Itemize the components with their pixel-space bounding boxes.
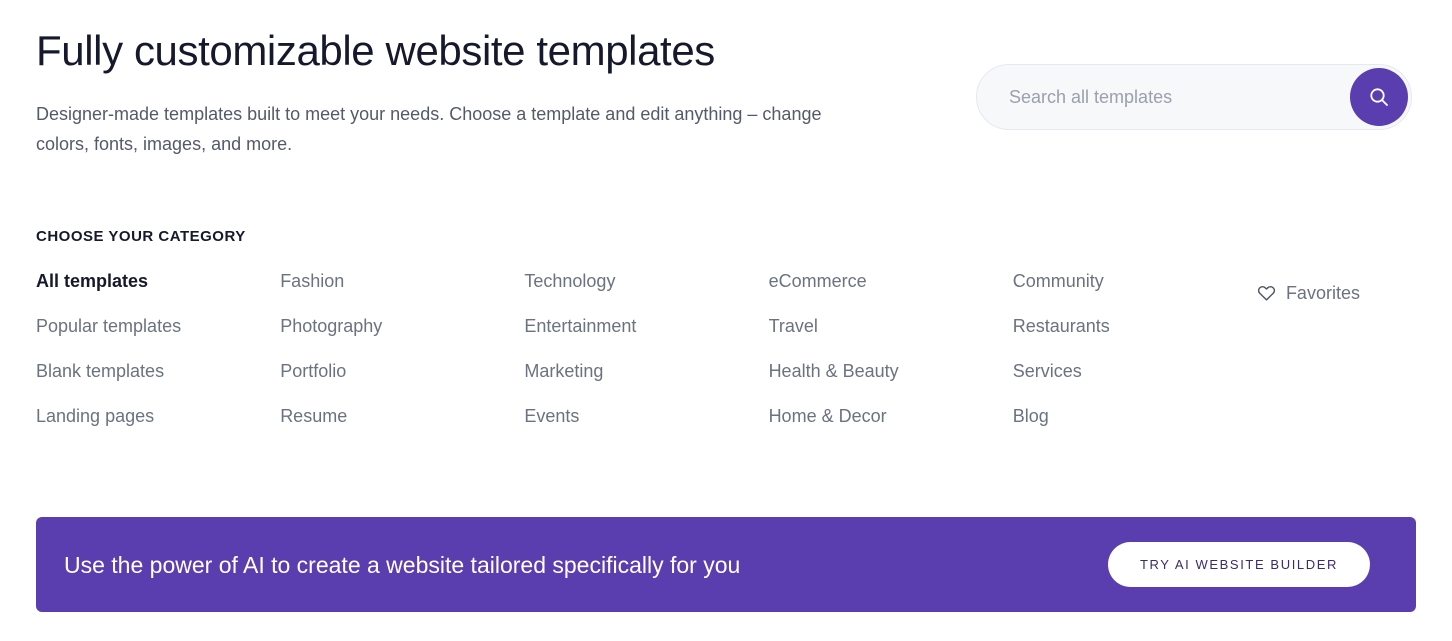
- category-item-ecommerce[interactable]: eCommerce: [769, 270, 1013, 315]
- category-item-photography[interactable]: Photography: [280, 315, 524, 360]
- category-item-landing-pages[interactable]: Landing pages: [36, 405, 280, 450]
- favorites-label: Favorites: [1285, 282, 1360, 303]
- category-column-2: Fashion Photography Portfolio Resume: [280, 270, 524, 450]
- category-item-blog[interactable]: Blog: [1013, 405, 1257, 450]
- category-column-5: Community Restaurants Services Blog: [1013, 270, 1257, 450]
- category-item-all-templates[interactable]: All templates: [36, 270, 280, 315]
- search-input[interactable]: [977, 65, 1350, 129]
- ai-banner-text: Use the power of AI to create a website …: [64, 551, 741, 578]
- try-ai-website-builder-button[interactable]: TRY AI WEBSITE BUILDER: [1108, 542, 1370, 587]
- category-item-events[interactable]: Events: [524, 405, 768, 450]
- category-section-heading: CHOOSE YOUR CATEGORY: [36, 228, 246, 245]
- ai-website-builder-banner: Use the power of AI to create a website …: [36, 517, 1416, 612]
- templates-page: Fully customizable website templates Des…: [0, 0, 1452, 641]
- category-item-popular-templates[interactable]: Popular templates: [36, 315, 280, 360]
- category-item-marketing[interactable]: Marketing: [524, 360, 768, 405]
- search-icon: [1367, 85, 1391, 109]
- search-button[interactable]: [1350, 68, 1408, 126]
- category-column-1: All templates Popular templates Blank te…: [36, 270, 280, 450]
- search-bar[interactable]: [976, 64, 1412, 130]
- page-title: Fully customizable website templates: [36, 27, 715, 74]
- category-item-home-and-decor[interactable]: Home & Decor: [769, 405, 1013, 450]
- category-item-fashion[interactable]: Fashion: [280, 270, 524, 315]
- category-item-blank-templates[interactable]: Blank templates: [36, 360, 280, 405]
- category-item-favorites[interactable]: Favorites: [1257, 270, 1426, 315]
- category-column-3: Technology Entertainment Marketing Event…: [524, 270, 768, 450]
- category-column-favorites: Favorites: [1257, 270, 1426, 450]
- category-item-travel[interactable]: Travel: [769, 315, 1013, 360]
- category-item-community[interactable]: Community: [1013, 270, 1257, 315]
- page-subtitle: Designer-made templates built to meet yo…: [36, 104, 822, 154]
- category-item-services[interactable]: Services: [1013, 360, 1257, 405]
- category-item-restaurants[interactable]: Restaurants: [1013, 315, 1257, 360]
- category-item-health-and-beauty[interactable]: Health & Beauty: [769, 360, 1013, 405]
- heart-outline-icon: [1257, 284, 1276, 302]
- category-item-entertainment[interactable]: Entertainment: [524, 315, 768, 360]
- category-item-resume[interactable]: Resume: [280, 405, 524, 450]
- category-item-technology[interactable]: Technology: [524, 270, 768, 315]
- hero-section: Fully customizable website templates Des…: [36, 24, 916, 159]
- category-column-4: eCommerce Travel Health & Beauty Home & …: [769, 270, 1013, 450]
- category-item-portfolio[interactable]: Portfolio: [280, 360, 524, 405]
- category-grid: All templates Popular templates Blank te…: [36, 270, 1426, 450]
